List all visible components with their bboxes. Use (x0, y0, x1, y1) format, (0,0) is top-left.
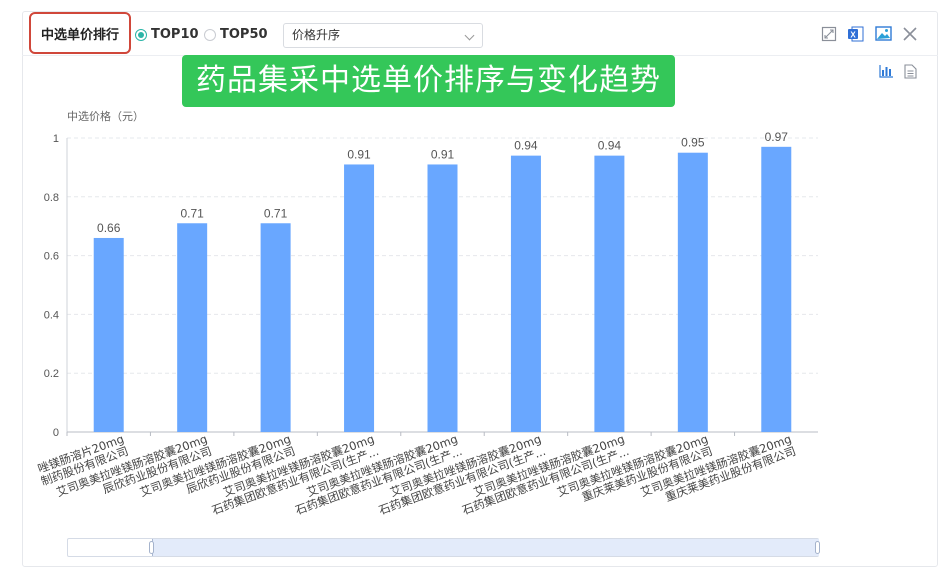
data-zoom-left-handle[interactable] (149, 541, 154, 554)
y-tick-label: 0.4 (44, 309, 59, 321)
bar-9 (761, 146, 792, 432)
data-zoom-range[interactable] (152, 539, 819, 556)
y-tick-label: 0.6 (44, 251, 59, 263)
bar-value-label: 0.94 (598, 139, 622, 153)
bar-value-label: 0.71 (264, 206, 288, 220)
bar-4 (344, 164, 375, 432)
bar-value-label: 0.91 (431, 147, 455, 161)
bar-8 (677, 152, 708, 432)
data-zoom-slider[interactable] (67, 538, 820, 557)
y-tick-label: 1 (53, 133, 59, 145)
bar-1 (93, 237, 124, 432)
bar-chart: 00.20.40.60.810.66唑镁肠溶片20mg制药股份有限公司0.71艾… (36, 130, 818, 517)
bar-value-label: 0.95 (681, 136, 705, 150)
bar-value-label: 0.94 (514, 139, 538, 153)
bar-value-label: 0.97 (765, 130, 789, 144)
bar-value-label: 0.91 (347, 147, 371, 161)
bar-3 (260, 223, 291, 432)
bar-7 (594, 155, 625, 432)
bar-6 (510, 155, 541, 432)
data-zoom-right-handle[interactable] (815, 541, 820, 554)
bar-value-label: 0.71 (180, 206, 204, 220)
bar-5 (427, 164, 458, 432)
y-tick-label: 0.8 (44, 192, 59, 204)
y-tick-label: 0 (53, 427, 59, 439)
bar-2 (177, 223, 208, 432)
bar-value-label: 0.66 (97, 221, 121, 235)
y-tick-label: 0.2 (44, 368, 59, 380)
